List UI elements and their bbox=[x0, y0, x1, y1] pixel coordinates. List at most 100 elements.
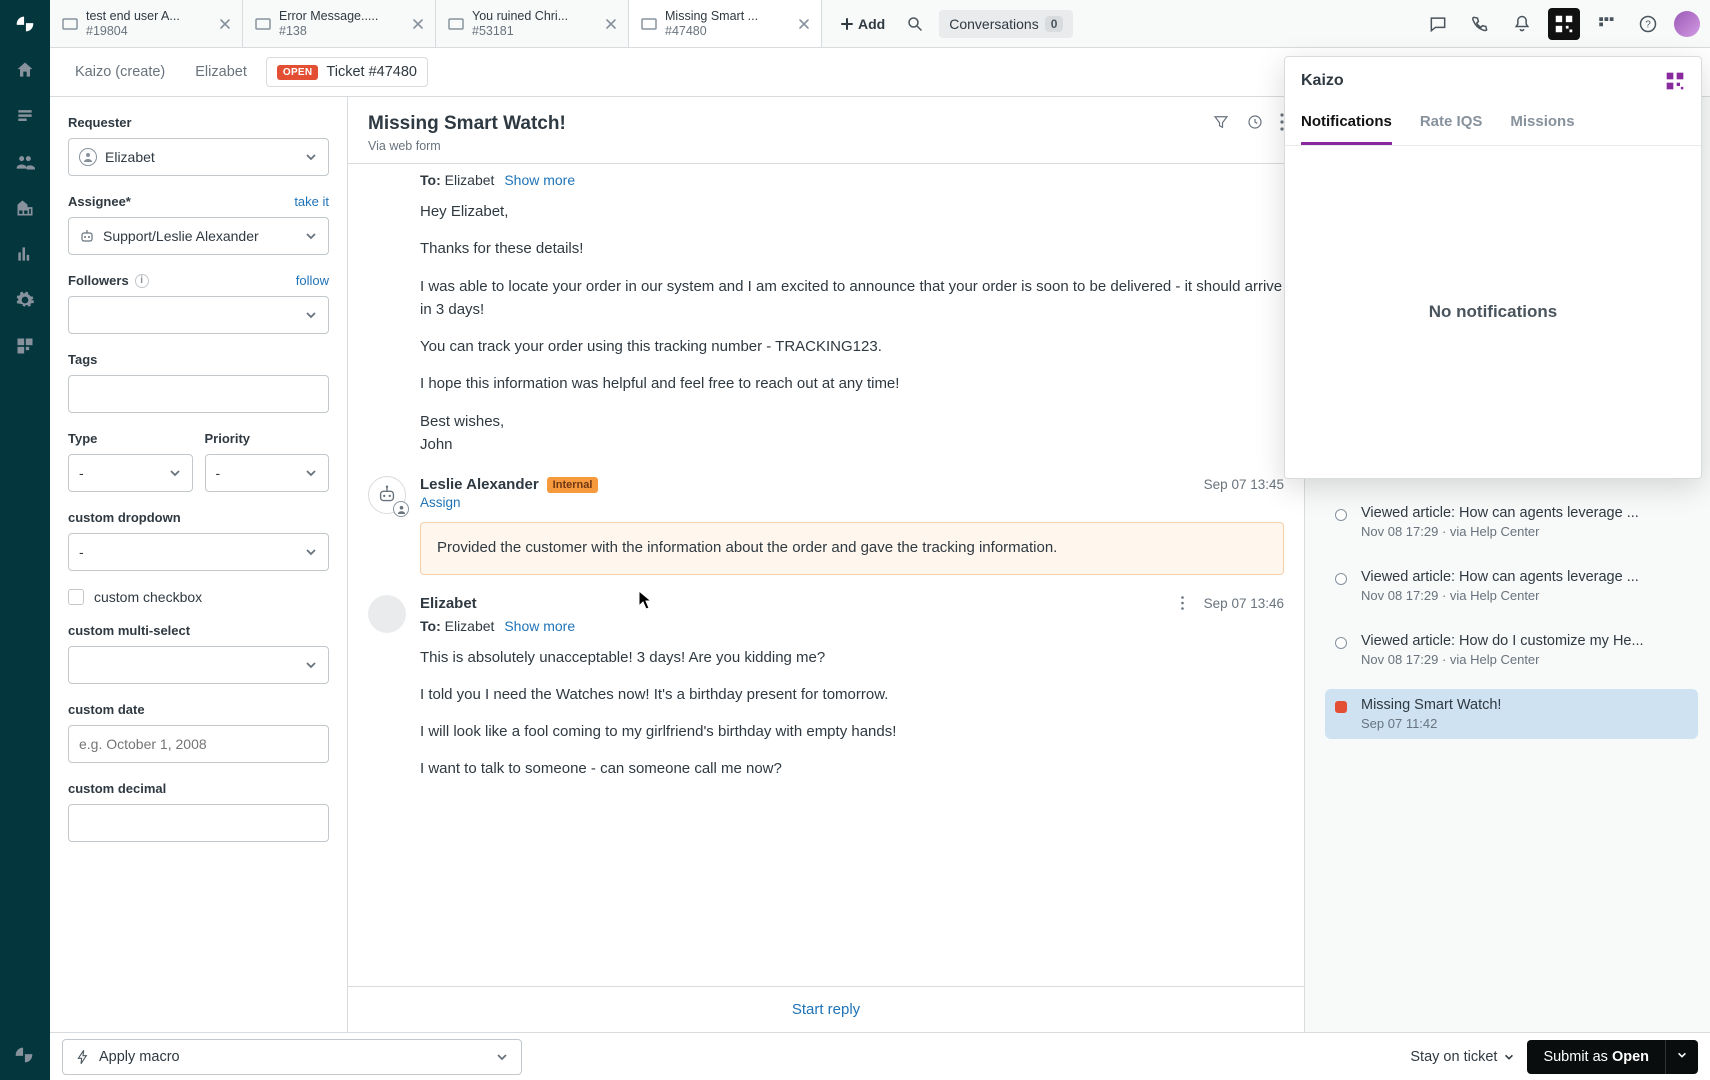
custom-dropdown-value: - bbox=[79, 544, 84, 560]
crumb-requester[interactable]: Elizabet bbox=[184, 57, 258, 87]
help-icon[interactable]: ? bbox=[1632, 8, 1664, 40]
user-icon bbox=[79, 148, 97, 166]
customer-reply-entry: Elizabet Sep 07 13:46 To: Elizabet Show … bbox=[368, 595, 1284, 781]
bell-icon[interactable] bbox=[1506, 8, 1538, 40]
tab-number: #19804 bbox=[86, 24, 210, 38]
organizations-icon[interactable] bbox=[13, 196, 37, 220]
custom-decimal-label: custom decimal bbox=[68, 781, 329, 796]
zendesk-logo-icon[interactable] bbox=[13, 12, 37, 36]
custom-decimal-input[interactable] bbox=[68, 804, 329, 842]
entry-author: Elizabet bbox=[420, 595, 477, 612]
entry-time: Sep 07 13:45 bbox=[1204, 477, 1284, 492]
ticket-icon bbox=[255, 16, 271, 32]
history-icon[interactable] bbox=[1246, 113, 1264, 131]
apply-macro-button[interactable]: Apply macro bbox=[62, 1039, 522, 1075]
user-sub-icon bbox=[393, 501, 409, 517]
timeline-meta: Nov 08 17:29 · via Help Center bbox=[1361, 524, 1639, 539]
assign-link[interactable]: Assign bbox=[420, 495, 1284, 510]
to-line: To: Elizabet Show more bbox=[420, 618, 1284, 634]
profile-avatar[interactable] bbox=[1674, 11, 1700, 37]
crumb-ticket[interactable]: OPEN Ticket #47480 bbox=[266, 57, 428, 87]
kaizo-tab-notifications[interactable]: Notifications bbox=[1301, 105, 1392, 145]
close-icon[interactable] bbox=[218, 17, 232, 31]
tags-input[interactable] bbox=[68, 375, 329, 413]
assignee-select[interactable]: Support/Leslie Alexander bbox=[68, 217, 329, 255]
custom-dropdown-select[interactable]: - bbox=[68, 533, 329, 571]
info-icon[interactable]: i bbox=[135, 274, 149, 288]
tab-number: #138 bbox=[279, 24, 403, 38]
tab-ticket-53181[interactable]: You ruined Chri... #53181 bbox=[436, 0, 629, 47]
chat-icon[interactable] bbox=[1422, 8, 1454, 40]
tab-ticket-19804[interactable]: test end user A... #19804 bbox=[50, 0, 243, 47]
kaizo-tab-missions[interactable]: Missions bbox=[1510, 105, 1574, 145]
submit-button[interactable]: Submit as Open bbox=[1527, 1040, 1665, 1074]
timeline-item-active[interactable]: Missing Smart Watch! Sep 07 11:42 bbox=[1325, 689, 1698, 739]
close-icon[interactable] bbox=[604, 17, 618, 31]
timeline-meta: Nov 08 17:29 · via Help Center bbox=[1361, 652, 1644, 667]
entry-overflow-menu[interactable] bbox=[1175, 596, 1190, 610]
home-icon[interactable] bbox=[13, 58, 37, 82]
conversations-button[interactable]: Conversations 0 bbox=[939, 10, 1073, 38]
phone-icon[interactable] bbox=[1464, 8, 1496, 40]
start-reply-button[interactable]: Start reply bbox=[348, 986, 1304, 1032]
tags-label: Tags bbox=[68, 352, 329, 367]
chevron-down-icon bbox=[304, 545, 318, 559]
custom-date-input[interactable] bbox=[68, 725, 329, 763]
zendesk-footer-icon bbox=[13, 1044, 37, 1068]
checkbox-box bbox=[68, 589, 84, 605]
kaizo-app-button[interactable] bbox=[1548, 8, 1580, 40]
reporting-icon[interactable] bbox=[13, 242, 37, 266]
apps-grid-icon[interactable] bbox=[1590, 8, 1622, 40]
submit-dropdown-button[interactable] bbox=[1665, 1040, 1698, 1074]
customer-message: This is absolutely unacceptable! 3 days!… bbox=[420, 646, 1284, 781]
follow-link[interactable]: follow bbox=[296, 273, 329, 288]
kaizo-rail-icon[interactable] bbox=[13, 334, 37, 358]
tab-ticket-138[interactable]: Error Message..... #138 bbox=[243, 0, 436, 47]
type-select[interactable]: - bbox=[68, 454, 193, 492]
timeline-item[interactable]: Viewed article: How can agents leverage … bbox=[1325, 561, 1698, 611]
chevron-down-icon bbox=[304, 308, 318, 322]
close-icon[interactable] bbox=[797, 17, 811, 31]
type-value: - bbox=[79, 465, 84, 481]
timeline-item[interactable]: Viewed article: How do I customize my He… bbox=[1325, 625, 1698, 675]
submit-status: Open bbox=[1612, 1049, 1649, 1065]
customers-icon[interactable] bbox=[13, 150, 37, 174]
filter-icon[interactable] bbox=[1212, 113, 1230, 131]
requester-select[interactable]: Elizabet bbox=[68, 138, 329, 176]
ticket-properties-sidebar: Requester Elizabet Assignee* take it Sup… bbox=[50, 97, 348, 1032]
take-it-link[interactable]: take it bbox=[294, 194, 329, 209]
stay-on-ticket-button[interactable]: Stay on ticket bbox=[1410, 1049, 1515, 1065]
chevron-down-icon bbox=[304, 658, 318, 672]
timeline-meta: Nov 08 17:29 · via Help Center bbox=[1361, 588, 1639, 603]
customer-avatar bbox=[368, 595, 406, 633]
add-label: Add bbox=[858, 16, 885, 32]
ticket-footer: Apply macro Stay on ticket Submit as Ope… bbox=[50, 1032, 1710, 1080]
show-more-link[interactable]: Show more bbox=[504, 618, 575, 634]
admin-gear-icon[interactable] bbox=[13, 288, 37, 312]
timeline-item[interactable]: Viewed article: How can agents leverage … bbox=[1325, 497, 1698, 547]
close-icon[interactable] bbox=[411, 17, 425, 31]
svg-text:?: ? bbox=[1645, 19, 1651, 30]
custom-checkbox[interactable]: custom checkbox bbox=[68, 589, 329, 605]
kaizo-empty-state: No notifications bbox=[1285, 146, 1701, 478]
agent-icon bbox=[79, 228, 95, 244]
tab-ticket-47480[interactable]: Missing Smart ... #47480 bbox=[629, 0, 822, 47]
timeline-open-status-icon bbox=[1335, 701, 1347, 713]
ticket-icon bbox=[641, 16, 657, 32]
tab-title: Missing Smart ... bbox=[665, 9, 789, 23]
priority-label: Priority bbox=[205, 431, 330, 446]
top-tab-strip: test end user A... #19804 Error Message.… bbox=[50, 0, 1710, 48]
crumb-kaizo[interactable]: Kaizo (create) bbox=[64, 57, 176, 87]
search-button[interactable] bbox=[899, 8, 931, 40]
show-more-link[interactable]: Show more bbox=[504, 172, 575, 188]
timeline-title: Viewed article: How can agents leverage … bbox=[1361, 569, 1639, 585]
kaizo-tab-rate-iqs[interactable]: Rate IQS bbox=[1420, 105, 1483, 145]
tab-title: test end user A... bbox=[86, 9, 210, 23]
custom-multi-select[interactable] bbox=[68, 646, 329, 684]
left-nav-rail bbox=[0, 0, 50, 1080]
custom-multi-label: custom multi-select bbox=[68, 623, 329, 638]
views-list-icon[interactable] bbox=[13, 104, 37, 128]
followers-select[interactable] bbox=[68, 296, 329, 334]
priority-select[interactable]: - bbox=[205, 454, 330, 492]
add-tab-button[interactable]: Add bbox=[834, 16, 891, 32]
